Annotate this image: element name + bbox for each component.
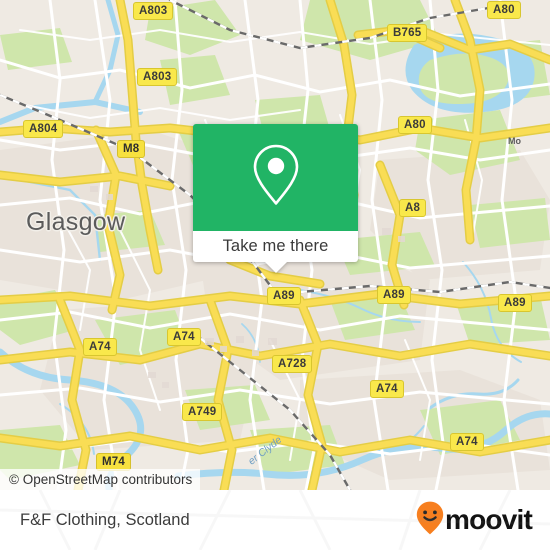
map-page: Glasgow Mo er Clyde A803 A803 B765 A80 A…: [0, 0, 550, 550]
road-shield-a80-north: A80: [487, 1, 521, 19]
road-shield-a89-east: A89: [498, 294, 532, 312]
road-shield-a728: A728: [272, 355, 313, 373]
place-label-glasgow: Glasgow: [26, 208, 126, 236]
popup-action-bar[interactable]: Take me there: [193, 231, 358, 273]
road-shield-a74-west: A74: [83, 338, 117, 356]
moovit-wordmark: moovit: [445, 504, 533, 535]
moovit-logo[interactable]: moovit: [416, 501, 533, 540]
road-shield-a74-mid: A74: [370, 380, 404, 398]
road-shield-b765: B765: [387, 24, 428, 42]
road-shield-m8: M8: [117, 140, 146, 158]
road-shield-a749: A749: [182, 403, 223, 421]
popup-pointer-tail: [264, 262, 287, 273]
road-shield-a89-mid: A89: [377, 286, 411, 304]
take-me-there-label: Take me there: [222, 237, 329, 255]
place-label-minor: Mo: [508, 136, 521, 146]
moovit-smiling-pin-icon: [416, 501, 444, 540]
road-shield-a8: A8: [399, 199, 427, 217]
road-shield-a803-south: A803: [137, 68, 178, 86]
destination-popup[interactable]: Take me there: [193, 124, 358, 273]
map-canvas[interactable]: Glasgow Mo er Clyde A803 A803 B765 A80 A…: [0, 0, 550, 490]
map-pin-icon: [249, 143, 303, 212]
popup-header: [193, 124, 358, 231]
road-shield-a74-east: A74: [450, 433, 484, 451]
road-shield-a80-east: A80: [398, 116, 432, 134]
road-shield-a804: A804: [23, 120, 64, 138]
road-shield-a74-north: A74: [167, 328, 201, 346]
road-shield-a803-north: A803: [133, 2, 174, 20]
page-title: F&F Clothing, Scotland: [20, 510, 190, 529]
road-shield-a89-west: A89: [267, 287, 301, 305]
page-footer: F&F Clothing, Scotland moovit: [0, 490, 550, 550]
map-attribution[interactable]: © OpenStreetMap contributors: [0, 469, 201, 490]
